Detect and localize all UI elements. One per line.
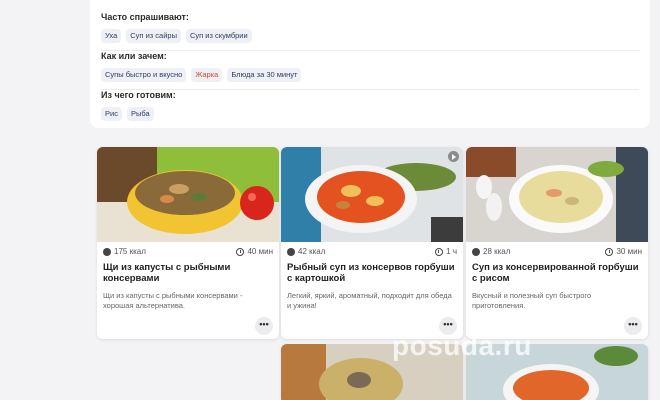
chip-saira-soup[interactable]: Суп из сайры [126, 29, 181, 43]
recipe-description: Легкий, яркий, ароматный, подходит для о… [287, 291, 452, 310]
recipe-photo[interactable] [281, 147, 463, 242]
calories: 28 ккал [483, 247, 511, 256]
faq-group-title: Из чего готовим: [101, 90, 176, 100]
recipe-meta: 28 ккал 30 мин [466, 242, 648, 256]
chip-30-minutes[interactable]: Блюда за 30 минут [227, 68, 302, 82]
calories-icon [287, 247, 295, 256]
clock-icon [236, 247, 245, 256]
cook-time: 40 мин [247, 247, 273, 256]
calories: 42 ккал [298, 247, 326, 256]
faq-group-frequent: Часто спрашивают: Уха Суп из сайры Суп и… [101, 12, 639, 51]
recipe-meta: 175 ккал 40 мин [97, 242, 279, 256]
recipe-title[interactable]: Щи из капусты с рыбными консервами [97, 256, 279, 287]
recipe-title[interactable]: Суп из консервированной горбуши с рисом [466, 256, 648, 287]
recipe-photo[interactable] [466, 147, 648, 242]
recipe-card[interactable]: 42 ккал 1 ч Рыбный суп из консервов горб… [281, 147, 463, 339]
chip-frying[interactable]: Жарка [191, 68, 223, 82]
video-icon [448, 151, 459, 162]
calories-icon [103, 247, 111, 256]
cook-time: 30 мин [616, 247, 642, 256]
more-options-button[interactable]: ••• [624, 317, 642, 335]
recipe-meta: 42 ккал 1 ч [281, 242, 463, 256]
calories: 175 ккал [114, 247, 146, 256]
recipe-card[interactable]: 28 ккал 30 мин Суп из консервированной г… [466, 147, 648, 339]
chip-list: Уха Суп из сайры Суп из скумбрии [101, 29, 639, 43]
watermark-text: posuda.ru [392, 330, 532, 361]
faq-group-title: Часто спрашивают: [101, 12, 189, 22]
page: Часто спрашивают: Уха Суп из сайры Суп и… [0, 0, 660, 400]
cook-time: 1 ч [446, 247, 457, 256]
more-options-button[interactable]: ••• [255, 317, 273, 335]
clock-icon [605, 247, 614, 256]
clock-icon [435, 247, 444, 256]
chip-quick-soups[interactable]: Супы быстро и вкусно [101, 68, 187, 82]
chip-mackerel-soup[interactable]: Суп из скумбрии [185, 29, 252, 43]
faq-group-title: Как или зачем: [101, 51, 167, 61]
chip-list: Супы быстро и вкусно Жарка Блюда за 30 м… [101, 68, 639, 82]
faq-group-ingredients: Из чего готовим: Рис Рыба [101, 90, 639, 129]
recipe-photo[interactable] [97, 147, 279, 242]
recipe-title[interactable]: Рыбный суп из консервов горбуши с картош… [281, 256, 463, 287]
chip-list: Рис Рыба [101, 107, 639, 121]
calories-icon [472, 247, 480, 256]
recipe-card[interactable]: 175 ккал 40 мин Щи из капусты с рыбными … [97, 147, 279, 339]
faq-group-howto: Как или зачем: Супы быстро и вкусно Жарк… [101, 51, 639, 90]
chip-uha[interactable]: Уха [101, 29, 122, 43]
chip-fish[interactable]: Рыба [126, 107, 154, 121]
recipe-description: Щи из капусты с рыбными консервами - хор… [103, 291, 243, 310]
recipe-description: Вкусный и полезный суп быстрого приготов… [472, 291, 592, 310]
faq-panel: Часто спрашивают: Уха Суп из сайры Суп и… [90, 0, 650, 128]
chip-rice[interactable]: Рис [101, 107, 122, 121]
